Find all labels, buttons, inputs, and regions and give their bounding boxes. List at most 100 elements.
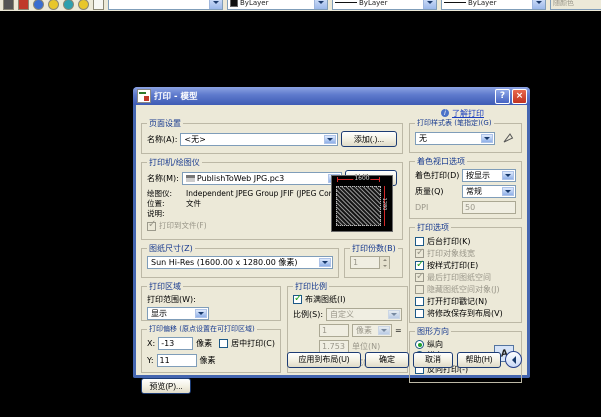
dpi-value: 50 bbox=[465, 203, 476, 212]
plot-option-row[interactable]: 打开打印戳记(N) bbox=[415, 295, 516, 307]
plot-option-row[interactable]: 按样式打印(E) bbox=[415, 259, 516, 271]
dialog-body: i 了解打印 页面设置 名称(A): <无> 添加(.)... 打印机/绘图仪 … bbox=[136, 105, 527, 394]
ok-button[interactable]: 确定 bbox=[365, 351, 409, 368]
plot-option-label: 隐藏图纸空间对象(J) bbox=[427, 284, 500, 294]
linetype-sample-icon bbox=[335, 2, 357, 3]
learn-plot-link[interactable]: 了解打印 bbox=[452, 108, 484, 119]
plot-option-row: 隐藏图纸空间对象(J) bbox=[415, 283, 516, 295]
plot-stamp-checkbox[interactable] bbox=[415, 296, 424, 306]
autocad-screen: { "toolbar": { "color_value": "ByLayer",… bbox=[0, 0, 601, 417]
page-setup-name-combo[interactable]: <无> bbox=[180, 132, 338, 146]
plot-range-label: 打印范围(W): bbox=[147, 295, 196, 304]
printer-group-title: 打印机/绘图仪 bbox=[147, 158, 202, 167]
linetype-combo[interactable]: ByLayer bbox=[332, 0, 437, 10]
page-setup-name-label: 名称(A): bbox=[147, 134, 178, 144]
chevron-down-icon[interactable] bbox=[324, 134, 336, 144]
chevron-down-icon[interactable] bbox=[502, 171, 514, 180]
layer-combo[interactable] bbox=[108, 0, 223, 10]
background-plot-checkbox[interactable] bbox=[415, 236, 424, 246]
chevron-down-icon[interactable] bbox=[319, 258, 331, 267]
description-label: 说明: bbox=[147, 209, 165, 218]
offset-y-label: Y: bbox=[147, 356, 154, 365]
offset-y-field[interactable]: 11 bbox=[156, 354, 197, 367]
plotter-label: 绘图仪: bbox=[147, 189, 173, 198]
add-page-setup-button[interactable]: 添加(.)... bbox=[341, 131, 397, 147]
shade-plot-combo[interactable]: 按显示 bbox=[462, 169, 516, 182]
printer-name-combo[interactable]: PublishToWeb JPG.pc3 bbox=[181, 171, 342, 185]
chevron-down-icon[interactable] bbox=[423, 0, 436, 9]
printer-group: 打印机/绘图仪 名称(M): PublishToWeb JPG.pc3 特性(R… bbox=[141, 158, 403, 240]
plotter-value: Independent JPEG Group JFIF (JPEG Compre… bbox=[186, 189, 337, 198]
page-setup-group: 页面设置 名称(A): <无> 添加(.)... bbox=[141, 119, 403, 154]
tool-icon[interactable] bbox=[3, 0, 14, 10]
chevron-down-icon[interactable] bbox=[532, 0, 545, 9]
tool-icon[interactable] bbox=[18, 0, 29, 10]
copies-stepper bbox=[380, 256, 390, 269]
plot-with-styles-checkbox[interactable] bbox=[415, 259, 424, 270]
paper-size-title: 图纸尺寸(Z) bbox=[147, 244, 195, 253]
save-changes-to-layout-checkbox[interactable] bbox=[415, 308, 424, 318]
scale-value: 自定义 bbox=[330, 310, 355, 319]
layer-tool-icon[interactable] bbox=[33, 0, 44, 10]
page-setup-name-value: <无> bbox=[184, 134, 206, 144]
custom-unit-value: 像素 bbox=[356, 326, 372, 335]
copies-group: 打印份数(B) 1 bbox=[344, 244, 403, 278]
quality-label: 质量(Q) bbox=[415, 187, 444, 196]
edit-plot-style-button[interactable] bbox=[500, 131, 516, 145]
apply-to-layout-button[interactable]: 应用到布局(U) bbox=[287, 351, 361, 368]
layer-tool-icon[interactable] bbox=[93, 0, 104, 10]
printer-icon bbox=[185, 174, 195, 182]
chevron-down-icon bbox=[378, 326, 390, 335]
fit-to-paper-label: 布满图纸(I) bbox=[305, 295, 346, 304]
copies-value: 1 bbox=[353, 258, 359, 267]
fit-to-paper-checkbox[interactable] bbox=[293, 293, 302, 304]
help-button[interactable]: ? bbox=[495, 88, 510, 104]
plot-style-combo: 随颜色 bbox=[550, 0, 601, 10]
chevron-down-icon[interactable] bbox=[209, 0, 222, 9]
color-combo[interactable]: ByLayer bbox=[227, 0, 328, 10]
plot-style-group: 打印样式表 (笔指定)(G) 无 bbox=[409, 119, 522, 153]
quality-combo[interactable]: 常规 bbox=[462, 185, 516, 198]
offset-x-unit: 像素 bbox=[196, 339, 213, 348]
scale-label: 比例(S): bbox=[293, 310, 324, 319]
offset-x-field[interactable]: -13 bbox=[158, 337, 194, 350]
chevron-down-icon[interactable] bbox=[195, 309, 207, 318]
lineweight-combo[interactable]: ByLayer bbox=[441, 0, 546, 10]
plot-option-row[interactable]: 后台打印(K) bbox=[415, 235, 516, 247]
quality-value: 常规 bbox=[466, 187, 482, 196]
copies-field: 1 bbox=[350, 256, 380, 269]
spin-down-icon bbox=[380, 263, 389, 269]
layer-tool-icon[interactable] bbox=[78, 0, 89, 10]
offset-y-value: 11 bbox=[159, 356, 170, 365]
plot-option-row[interactable]: 将修改保存到布局(V) bbox=[415, 307, 516, 319]
shaded-viewport-group: 着色视口选项 着色打印(D) 按显示 质量(Q) 常规 DPI 50 bbox=[409, 157, 522, 219]
color-combo-value: ByLayer bbox=[240, 0, 269, 7]
chevron-down-icon[interactable] bbox=[314, 0, 327, 9]
custom-unit-combo: 像素 bbox=[352, 324, 392, 337]
plot-to-file-label: 打印到文件(F) bbox=[159, 221, 207, 230]
copies-title: 打印份数(B) bbox=[350, 244, 398, 253]
plot-style-table-combo[interactable]: 无 bbox=[415, 131, 495, 145]
printable-area-hatch bbox=[336, 186, 381, 226]
center-plot-checkbox[interactable] bbox=[219, 339, 229, 348]
cancel-button[interactable]: 取消 bbox=[413, 351, 453, 368]
chevron-down-icon[interactable] bbox=[502, 187, 514, 196]
fewer-options-button[interactable] bbox=[505, 351, 522, 368]
layer-tool-icon[interactable] bbox=[48, 0, 59, 10]
lineweight-combo-value: ByLayer bbox=[468, 0, 497, 7]
preview-button[interactable]: 预览(P)... bbox=[141, 378, 191, 394]
close-icon[interactable]: × bbox=[512, 88, 527, 104]
location-label: 位置: bbox=[147, 199, 165, 208]
paper-size-combo[interactable]: Sun Hi-Res (1600.00 x 1280.00 像素) bbox=[147, 256, 333, 269]
chevron-down-icon[interactable] bbox=[481, 133, 493, 143]
portrait-option[interactable]: 纵向 bbox=[415, 339, 491, 350]
plot-options-title: 打印选项 bbox=[415, 223, 451, 232]
plot-option-row: 打印对象线宽 bbox=[415, 247, 516, 259]
dialog-titlebar[interactable]: 打印 - 模型 ? × bbox=[133, 87, 530, 105]
plot-option-row: 最后打印图纸空间 bbox=[415, 271, 516, 283]
help-dialog-button[interactable]: 帮助(H) bbox=[457, 351, 501, 368]
plot-range-combo[interactable]: 显示 bbox=[147, 307, 209, 320]
portrait-radio[interactable] bbox=[415, 340, 424, 349]
shade-plot-value: 按显示 bbox=[466, 171, 490, 180]
layer-tool-icon[interactable] bbox=[63, 0, 74, 10]
